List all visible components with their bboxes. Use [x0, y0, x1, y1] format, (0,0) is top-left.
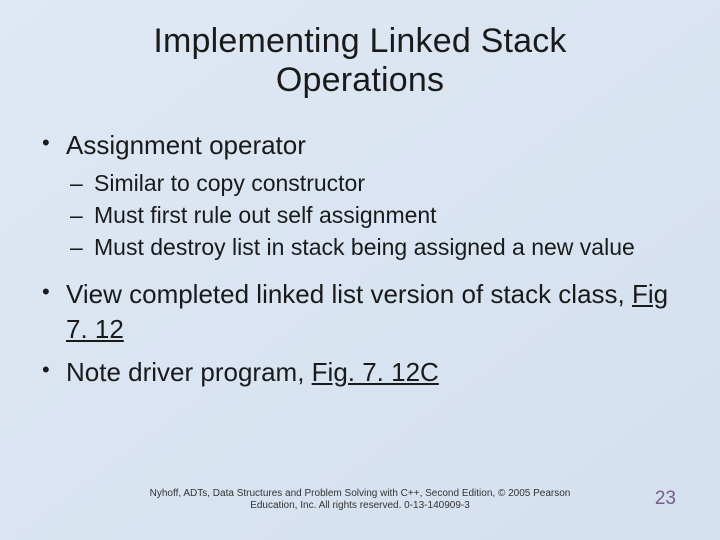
sub-bullet: Similar to copy constructor [66, 169, 680, 199]
page-number: 23 [655, 488, 676, 510]
footer-line-1: Nyhoff, ADTs, Data Structures and Proble… [150, 488, 571, 499]
footer-line-2: Education, Inc. All rights reserved. 0-1… [250, 500, 470, 511]
link-fig-7-12c[interactable]: Fig. 7. 12C [312, 357, 439, 387]
title-line-2: Operations [276, 61, 444, 99]
sub-bullet-list: Similar to copy constructor Must first r… [66, 169, 680, 263]
title-line-1: Implementing Linked Stack [153, 22, 566, 60]
bullet-text: View completed linked list version of st… [66, 279, 632, 309]
bullet-assignment-operator: Assignment operator Similar to copy cons… [40, 128, 680, 263]
bullet-view-completed: View completed linked list version of st… [40, 277, 680, 347]
sub-bullet-text: Similar to copy constructor [94, 170, 365, 196]
sub-bullet: Must destroy list in stack being assigne… [66, 233, 680, 263]
bullet-text: Assignment operator [66, 130, 306, 160]
sub-bullet-text: Must destroy list in stack being assigne… [94, 234, 635, 260]
bullet-list: Assignment operator Similar to copy cons… [40, 128, 680, 390]
footer-copyright: Nyhoff, ADTs, Data Structures and Proble… [0, 488, 720, 512]
slide-title: Implementing Linked Stack Operations [40, 22, 680, 100]
bullet-text: Note driver program, [66, 357, 312, 387]
bullet-note-driver: Note driver program, Fig. 7. 12C [40, 355, 680, 390]
sub-bullet-text: Must first rule out self assignment [94, 202, 437, 228]
sub-bullet: Must first rule out self assignment [66, 201, 680, 231]
slide: Implementing Linked Stack Operations Ass… [0, 0, 720, 540]
